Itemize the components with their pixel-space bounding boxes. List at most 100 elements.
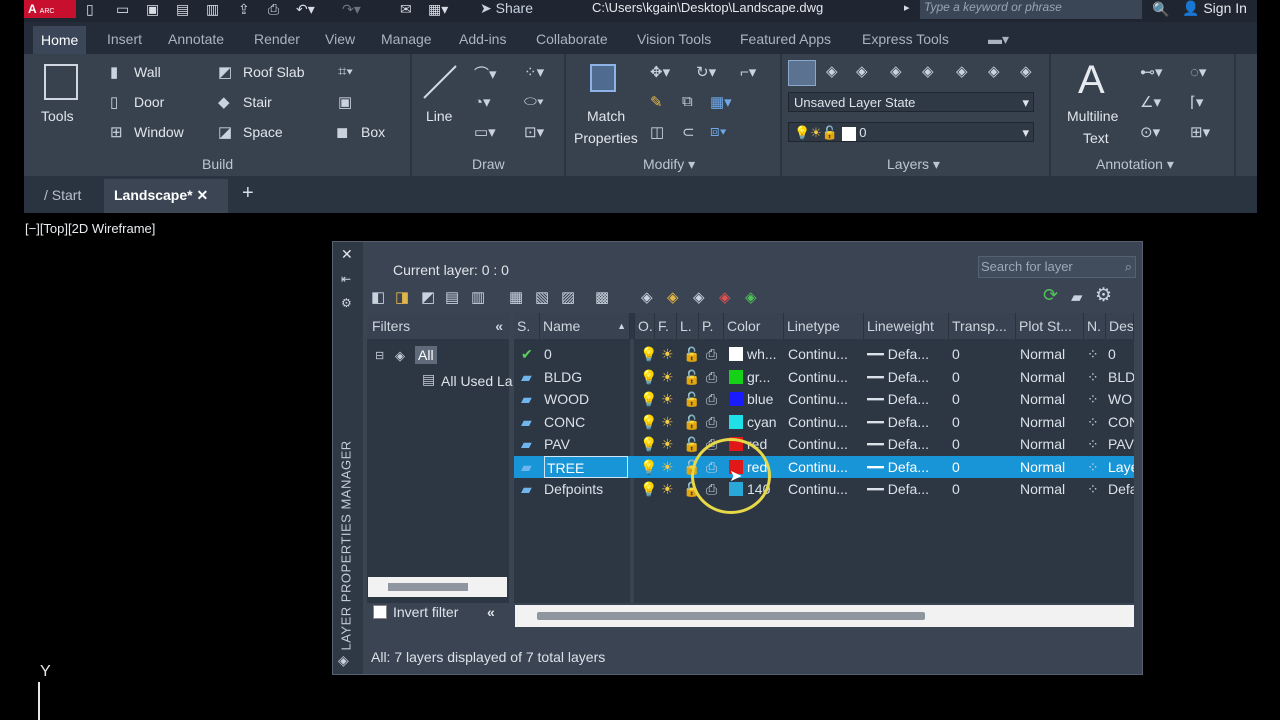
tab-home[interactable]: Home	[33, 26, 87, 54]
share-button[interactable]: ➤ Share	[480, 0, 533, 17]
plot-style[interactable]: Normal	[1020, 456, 1065, 478]
sun-icon[interactable]: ☀	[661, 433, 674, 455]
description[interactable]: WO	[1108, 388, 1134, 410]
search-icon[interactable]: 🔍	[1152, 1, 1169, 18]
col-freeze[interactable]: F.	[655, 313, 677, 339]
layer-tool-icon[interactable]: ◈	[988, 62, 1000, 80]
layer-tool-icon[interactable]: ◈	[922, 62, 934, 80]
lineweight[interactable]: ━━ Defa...	[867, 478, 947, 500]
layer-tool-icon[interactable]: ◈	[856, 62, 868, 80]
sign-in-button[interactable]: 👤 Sign In	[1182, 0, 1247, 17]
delete-layer-icon[interactable]: ◈	[719, 288, 731, 306]
lineweight[interactable]: ━━ Defa...	[867, 411, 947, 433]
transparency[interactable]: 0	[952, 388, 960, 410]
viewport-controls[interactable]: [−][Top][2D Wireframe]	[25, 221, 155, 236]
printer-icon[interactable]: ⎙	[706, 343, 717, 365]
ellipse-icon[interactable]: ⬭▾	[524, 93, 544, 110]
layer-tool-icon[interactable]: ▩	[595, 288, 609, 306]
color-swatch[interactable]	[729, 369, 743, 384]
description[interactable]: CON	[1108, 411, 1134, 433]
unlock-icon[interactable]: 🔓	[683, 388, 700, 410]
refresh-icon[interactable]: ⟳	[1043, 285, 1058, 306]
tab-collaborate[interactable]: Collaborate	[536, 31, 608, 47]
scale-icon[interactable]: ⧈▾	[710, 123, 727, 140]
color-swatch[interactable]	[729, 392, 743, 406]
auto-hide-icon[interactable]: ⇤	[341, 272, 351, 286]
scroll-thumb[interactable]	[537, 612, 925, 620]
region-icon[interactable]: ⊡▾	[524, 123, 544, 141]
help-search-input[interactable]: Type a keyword or phrase	[920, 0, 1142, 19]
transparency[interactable]: 0	[952, 433, 960, 455]
plot-style[interactable]: Normal	[1020, 411, 1065, 433]
unlock-icon[interactable]: 🔓	[683, 343, 700, 365]
app-logo[interactable]: A ARC	[24, 0, 76, 18]
tab-annotate[interactable]: Annotate	[168, 31, 224, 47]
plot-style[interactable]: Normal	[1020, 343, 1065, 365]
stair-button[interactable]: Stair	[243, 94, 272, 110]
layer-tool-icon[interactable]: ◈	[826, 62, 838, 80]
layers-panel-title[interactable]: Layers ▾	[887, 156, 940, 173]
transparency[interactable]: 0	[952, 411, 960, 433]
printer-icon[interactable]: ⎙	[706, 411, 717, 433]
sun-icon[interactable]: ☀	[661, 456, 674, 478]
layer-name[interactable]: WOOD	[544, 388, 628, 410]
bulb-icon[interactable]: 💡	[640, 433, 657, 455]
layer-tool-icon[interactable]: ▤	[445, 288, 459, 306]
grid-horizontal-scrollbar[interactable]	[515, 605, 1134, 627]
linetype[interactable]: Continu...	[788, 456, 862, 478]
vp-freeze-icon[interactable]: ⁘	[1087, 433, 1099, 455]
layer-name[interactable]: PAV	[544, 433, 628, 455]
col-on[interactable]: O.	[635, 313, 655, 339]
vp-freeze-icon[interactable]: ⁘	[1087, 411, 1099, 433]
angular-dim-icon[interactable]: ∠▾	[1140, 93, 1161, 111]
col-color[interactable]: Color	[724, 313, 784, 339]
tab-manage[interactable]: Manage	[381, 31, 432, 47]
wall-button[interactable]: Wall	[134, 64, 161, 80]
linetype[interactable]: Continu...	[788, 388, 862, 410]
transparency[interactable]: 0	[952, 366, 960, 388]
linetype[interactable]: Continu...	[788, 478, 862, 500]
start-tab[interactable]: / Start	[44, 187, 81, 203]
table-icon[interactable]: ⊞▾	[1190, 123, 1210, 141]
leader-icon[interactable]: ◌▾	[1190, 63, 1206, 81]
dimension-icon[interactable]: ⊷▾	[1140, 63, 1163, 81]
undo-icon[interactable]: ↶▾	[296, 1, 315, 18]
grid-icon[interactable]: ⌗▾	[338, 63, 353, 80]
filters-scrollbar[interactable]	[368, 577, 507, 597]
open-icon[interactable]: ▭	[116, 1, 129, 18]
share-drawing-icon[interactable]: ⇪	[238, 1, 250, 18]
layer-tool-icon[interactable]: ◈	[890, 62, 902, 80]
close-icon[interactable]: ✕	[196, 187, 208, 203]
layer-row[interactable]: ▰ BLDG 💡 ☀ 🔓 ⎙ gr... Continu... ━━ Defa... 0 Norma…	[514, 366, 1134, 388]
layer-row[interactable]: ▰ WOOD 💡 ☀ 🔓 ⎙ blue Continu... ━━ Defa... 0 Normal…	[514, 388, 1134, 410]
mail-icon[interactable]: ✉	[400, 1, 412, 18]
unlock-icon[interactable]: 🔓	[683, 366, 700, 388]
rectangle-icon[interactable]: ▭▾	[474, 123, 496, 141]
lineweight[interactable]: ━━ Defa...	[867, 388, 947, 410]
printer-icon[interactable]: ⎙	[706, 366, 717, 388]
multiline-text-icon[interactable]: A	[1078, 58, 1105, 103]
filter-all[interactable]: All	[415, 346, 437, 364]
tab-addins[interactable]: Add-ins	[459, 31, 506, 47]
close-icon[interactable]: ✕	[341, 246, 353, 263]
plot-style[interactable]: Normal	[1020, 366, 1065, 388]
space-button[interactable]: Space	[243, 124, 283, 140]
color-name[interactable]: cyan	[747, 411, 783, 433]
linetype[interactable]: Continu...	[788, 343, 862, 365]
layer-name[interactable]: BLDG	[544, 366, 628, 388]
vp-freeze-icon[interactable]: ⁘	[1087, 388, 1099, 410]
new-tab-icon[interactable]: +	[242, 182, 254, 205]
mtext-icon[interactable]: ⌈▾	[1190, 93, 1203, 111]
scroll-thumb[interactable]	[388, 583, 468, 591]
polyline-icon[interactable]: ⌒▾	[474, 63, 497, 84]
tab-express-tools[interactable]: Express Tools	[862, 31, 949, 47]
color-swatch[interactable]	[729, 414, 743, 429]
layer-name[interactable]: 0	[544, 343, 628, 365]
tab-render[interactable]: Render	[254, 31, 300, 47]
invert-filter-checkbox[interactable]	[373, 605, 387, 619]
layer-name[interactable]: CONC	[544, 411, 628, 433]
offset-icon[interactable]: ⊂	[682, 123, 695, 141]
panel-toggle-icon[interactable]: ▬▾	[988, 31, 1009, 48]
window-button[interactable]: Window	[134, 124, 184, 140]
sun-icon[interactable]: ☀	[661, 411, 674, 433]
